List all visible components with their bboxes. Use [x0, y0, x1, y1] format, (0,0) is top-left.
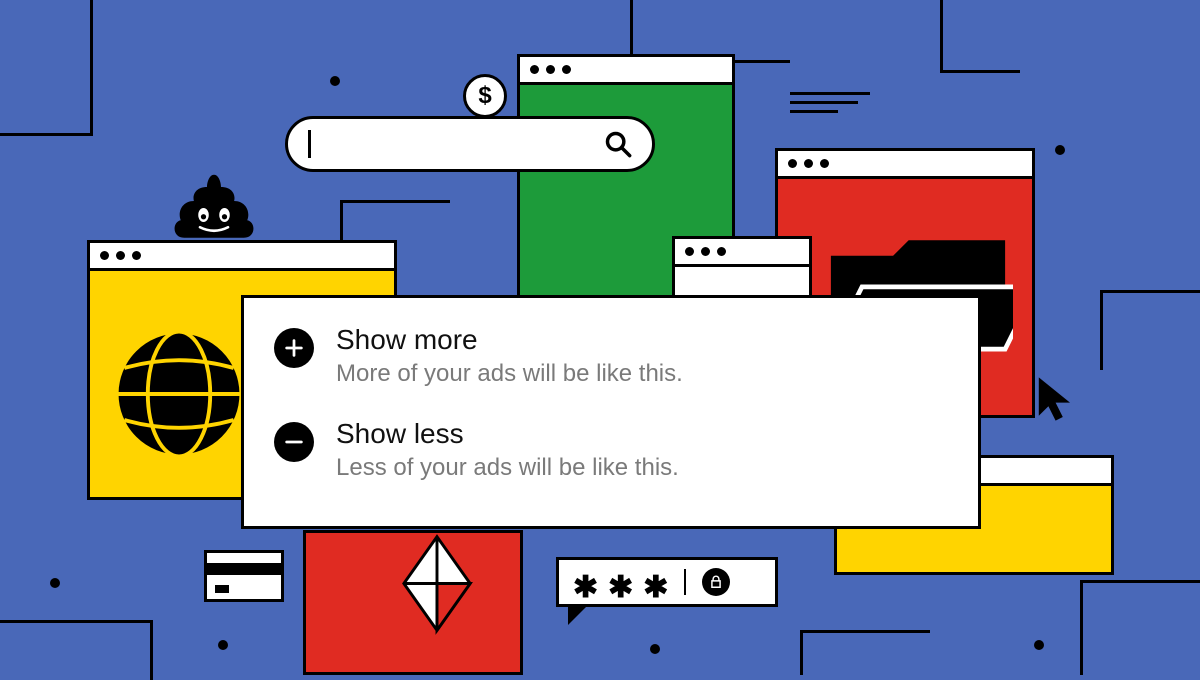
password-mask: ✱ [643, 573, 668, 603]
bg-line [150, 620, 153, 680]
bg-line [0, 620, 150, 623]
bg-line [0, 133, 90, 136]
show-less-title: Show less [336, 418, 679, 450]
speech-tail [568, 607, 586, 625]
bg-line [1100, 290, 1103, 370]
bg-dot [650, 644, 660, 654]
lock-icon [702, 568, 730, 596]
show-less-subtitle: Less of your ads will be like this. [336, 454, 679, 482]
bg-line [1080, 580, 1200, 583]
dollar-symbol: $ [478, 82, 491, 110]
bg-line [1080, 580, 1083, 675]
password-mask: ✱ [573, 573, 598, 603]
bg-dot [330, 76, 340, 86]
show-more-row[interactable]: Show more More of your ads will be like … [244, 298, 978, 404]
search-input[interactable] [285, 116, 655, 172]
globe-icon [114, 329, 244, 459]
bg-line [800, 630, 803, 675]
cursor-icon [1034, 375, 1082, 423]
bg-line [940, 0, 943, 70]
bg-dot [218, 640, 228, 650]
bg-dot [50, 578, 60, 588]
dollar-icon: $ [463, 74, 507, 118]
red-panel [303, 530, 523, 675]
show-more-title: Show more [336, 324, 683, 356]
bg-line [340, 200, 343, 240]
password-bubble: ✱ ✱ ✱ [556, 557, 778, 607]
ad-feedback-popup: Show more More of your ads will be like … [241, 295, 981, 529]
show-more-subtitle: More of your ads will be like this. [336, 360, 683, 388]
bg-line [1100, 290, 1200, 293]
poo-emoji-icon [170, 173, 258, 243]
bg-dot [1034, 640, 1044, 650]
credit-card-icon [204, 550, 284, 602]
bg-line [940, 70, 1020, 73]
separator [684, 569, 686, 595]
window-titlebar [520, 57, 732, 85]
minus-icon [274, 422, 314, 462]
window-titlebar [778, 151, 1032, 179]
text-cursor [308, 130, 311, 158]
hamburger-icon [790, 92, 870, 119]
bg-line [340, 200, 450, 203]
bg-line [800, 630, 930, 633]
password-mask: ✱ [608, 573, 633, 603]
bg-line [630, 0, 633, 60]
search-icon [604, 130, 632, 158]
bg-dot [1055, 145, 1065, 155]
bg-line [90, 0, 93, 136]
show-less-row[interactable]: Show less Less of your ads will be like … [244, 404, 978, 498]
window-titlebar [675, 239, 809, 267]
plus-icon [274, 328, 314, 368]
diamond-icon [398, 521, 476, 646]
window-titlebar [90, 243, 394, 271]
